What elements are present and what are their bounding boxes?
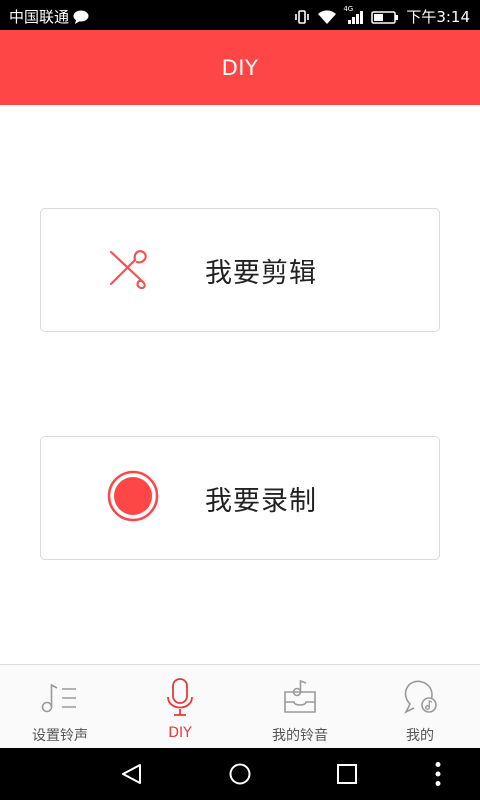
tab-label-me: 我的 [406,728,434,744]
system-nav-bar [0,748,480,800]
recents-icon[interactable] [336,763,358,785]
scissors-icon [107,246,151,294]
record-icon [107,470,159,526]
edit-ringtone-button[interactable]: 我要剪辑 [40,208,440,332]
tab-me[interactable]: 我的 [360,665,480,748]
wifi-icon [317,9,337,25]
status-time: 下午3:14 [406,8,470,26]
tab-set-ringtone[interactable]: 设置铃声 [0,665,120,748]
chat-bubble-icon [73,10,89,24]
tab-label-diy: DIY [168,725,192,741]
carrier-name: 中国联通 [9,8,70,26]
page-title: DIY [221,55,259,80]
more-icon[interactable] [434,761,442,787]
status-bar-left: 中国联通 [9,6,89,27]
tab-diy[interactable]: DIY [120,665,240,748]
vibrate-icon [294,9,310,25]
record-ringtone-label: 我要录制 [205,485,317,517]
music-list-icon [40,677,80,717]
edit-ringtone-label: 我要剪辑 [205,257,317,289]
title-bar: DIY [0,30,480,105]
bottom-tab-bar: 设置铃声 DIY 我的铃音 我的 [0,664,480,748]
profile-music-icon [400,677,440,717]
tab-label-set-ringtone: 设置铃声 [32,728,88,744]
network-type-badge: 4G [343,4,354,13]
back-icon[interactable] [120,763,144,785]
signal-icon: 4G [343,5,364,25]
music-box-icon [282,677,318,717]
record-ringtone-button[interactable]: 我要录制 [40,436,440,560]
tab-my-ringtones[interactable]: 我的铃音 [240,665,360,748]
microphone-icon [165,677,195,717]
home-icon[interactable] [228,762,252,786]
status-bar-right: 4G 下午3:14 [294,5,470,27]
battery-icon [371,9,399,25]
tab-label-my-ringtones: 我的铃音 [272,728,328,744]
status-bar: 中国联通 4G 下午3:14 [0,0,480,30]
